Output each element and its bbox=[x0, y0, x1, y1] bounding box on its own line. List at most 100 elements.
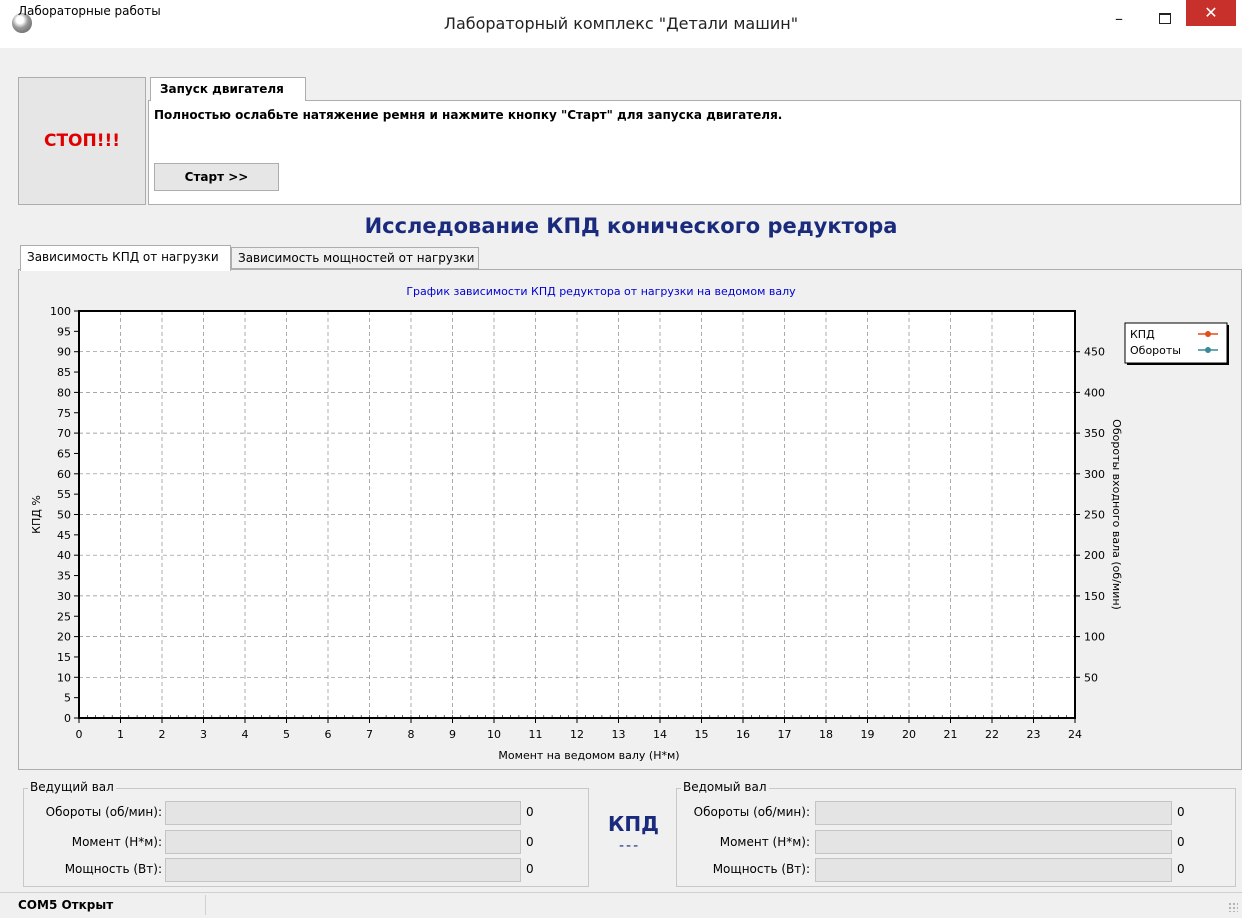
y-tick-label: 40 bbox=[57, 549, 71, 562]
y2-tick-label: 100 bbox=[1084, 631, 1105, 644]
y-tick-label: 80 bbox=[57, 386, 71, 399]
tab-efficiency-vs-load[interactable]: Зависимость КПД от нагрузки bbox=[20, 245, 231, 271]
y2-tick-label: 200 bbox=[1084, 549, 1105, 562]
page-title: Исследование КПД конического редуктора bbox=[364, 214, 898, 238]
start-button[interactable]: Старт >> bbox=[154, 163, 279, 191]
driven-rpm-bar bbox=[815, 801, 1172, 825]
window-title: Лабораторный комплекс "Детали машин" bbox=[443, 14, 799, 33]
driving-torque-bar bbox=[165, 830, 521, 854]
driving-rpm-label: Обороты (об/мин): bbox=[45, 805, 162, 819]
legend-marker bbox=[1205, 347, 1211, 353]
x-tick-label: 17 bbox=[778, 728, 792, 741]
x-tick-label: 6 bbox=[325, 728, 332, 741]
driven-torque-value: 0 bbox=[1177, 835, 1185, 849]
resize-grip-icon[interactable] bbox=[1228, 902, 1238, 912]
x-tick-label: 13 bbox=[612, 728, 626, 741]
y-tick-label: 35 bbox=[57, 570, 71, 583]
x-tick-label: 19 bbox=[861, 728, 875, 741]
driven-torque-label: Момент (Н*м): bbox=[719, 835, 810, 849]
x-tick-label: 3 bbox=[200, 728, 207, 741]
driven-power-value: 0 bbox=[1177, 862, 1185, 876]
x-tick-label: 23 bbox=[1027, 728, 1041, 741]
y-tick-label: 30 bbox=[57, 590, 71, 603]
y-tick-label: 55 bbox=[57, 488, 71, 501]
y-tick-label: 95 bbox=[57, 325, 71, 338]
y-tick-label: 90 bbox=[57, 346, 71, 359]
driven-power-label: Мощность (Вт): bbox=[712, 862, 810, 876]
x-tick-label: 4 bbox=[242, 728, 249, 741]
y-tick-label: 75 bbox=[57, 407, 71, 420]
x-tick-label: 10 bbox=[487, 728, 501, 741]
y-axis-label: КПД % bbox=[30, 495, 43, 534]
y-tick-label: 60 bbox=[57, 468, 71, 481]
efficiency-value: --- bbox=[619, 838, 641, 854]
tab-power-vs-load[interactable]: Зависимость мощностей от нагрузки bbox=[231, 247, 479, 269]
stop-button[interactable]: СТОП!!! bbox=[18, 77, 146, 205]
x-tick-label: 12 bbox=[570, 728, 584, 741]
x-tick-label: 9 bbox=[449, 728, 456, 741]
driven-torque-bar bbox=[815, 830, 1172, 854]
x-tick-label: 20 bbox=[902, 728, 916, 741]
y2-tick-label: 450 bbox=[1084, 346, 1105, 359]
y-tick-label: 85 bbox=[57, 366, 71, 379]
y-tick-label: 100 bbox=[50, 305, 71, 318]
y-tick-label: 45 bbox=[57, 529, 71, 542]
y-tick-label: 10 bbox=[57, 671, 71, 684]
y2-tick-label: 150 bbox=[1084, 590, 1105, 603]
instruction-text: Полностью ослабьте натяжение ремня и наж… bbox=[154, 108, 783, 122]
y2-tick-label: 250 bbox=[1084, 509, 1105, 522]
driven-rpm-label: Обороты (об/мин): bbox=[693, 805, 810, 819]
x-tick-label: 8 bbox=[408, 728, 415, 741]
driving-shaft-title: Ведущий вал bbox=[28, 780, 116, 794]
tab-launch-engine[interactable]: Запуск двигателя bbox=[150, 77, 306, 101]
x-tick-label: 15 bbox=[695, 728, 709, 741]
y-tick-label: 70 bbox=[57, 427, 71, 440]
y-tick-label: 25 bbox=[57, 610, 71, 623]
y-tick-label: 50 bbox=[57, 509, 71, 522]
driving-power-bar bbox=[165, 858, 521, 882]
x-tick-label: 2 bbox=[159, 728, 166, 741]
status-bar bbox=[0, 892, 1242, 918]
y2-tick-label: 350 bbox=[1084, 427, 1105, 440]
driving-power-label: Мощность (Вт): bbox=[64, 862, 162, 876]
minimize-button[interactable]: – bbox=[1096, 4, 1142, 34]
y-tick-label: 20 bbox=[57, 631, 71, 644]
y2-tick-label: 400 bbox=[1084, 386, 1105, 399]
x-tick-label: 18 bbox=[819, 728, 833, 741]
y2-tick-label: 300 bbox=[1084, 468, 1105, 481]
y-tick-label: 15 bbox=[57, 651, 71, 664]
menu-bar bbox=[0, 48, 1242, 70]
x-tick-label: 1 bbox=[117, 728, 124, 741]
x-tick-label: 7 bbox=[366, 728, 373, 741]
x-axis-label: Момент на ведомом валу (Н*м) bbox=[498, 749, 679, 762]
driven-shaft-title: Ведомый вал bbox=[681, 780, 769, 794]
efficiency-chart: 0 1 2 3 4 5 6 7 8 9 10 11 12 13 14 15 16 17 18 19 20 21 22 23 24… bbox=[30, 285, 1229, 762]
y-tick-label: 65 bbox=[57, 447, 71, 460]
legend-label: Обороты bbox=[1130, 344, 1181, 357]
y2-axis-label: Обороты входного вала (об/мин) bbox=[1110, 419, 1123, 610]
driving-torque-label: Момент (Н*м): bbox=[71, 835, 162, 849]
x-tick-label: 11 bbox=[529, 728, 543, 741]
driving-power-value: 0 bbox=[526, 862, 534, 876]
maximize-button[interactable] bbox=[1142, 4, 1188, 34]
x-tick-label: 21 bbox=[944, 728, 958, 741]
driven-power-bar bbox=[815, 858, 1172, 882]
status-text: COM5 Открыт bbox=[18, 898, 114, 912]
y-tick-label: 5 bbox=[64, 692, 71, 705]
chart-title: График зависимости КПД редуктора от нагр… bbox=[406, 285, 796, 298]
y-tick-label: 0 bbox=[64, 712, 71, 725]
x-tick-label: 14 bbox=[653, 728, 667, 741]
x-tick-label: 24 bbox=[1068, 728, 1082, 741]
driven-rpm-value: 0 bbox=[1177, 805, 1185, 819]
x-tick-label: 5 bbox=[283, 728, 290, 741]
x-tick-label: 22 bbox=[985, 728, 999, 741]
driving-rpm-bar bbox=[165, 801, 521, 825]
close-button[interactable]: ✕ bbox=[1186, 0, 1236, 26]
maximize-icon bbox=[1159, 13, 1171, 24]
status-separator bbox=[205, 895, 206, 915]
driving-rpm-value: 0 bbox=[526, 805, 534, 819]
legend-label: КПД bbox=[1130, 328, 1155, 341]
x-tick-label: 16 bbox=[736, 728, 750, 741]
menu-item-lab-works[interactable]: Лабораторные работы bbox=[18, 4, 161, 18]
y2-tick-label: 50 bbox=[1084, 671, 1098, 684]
